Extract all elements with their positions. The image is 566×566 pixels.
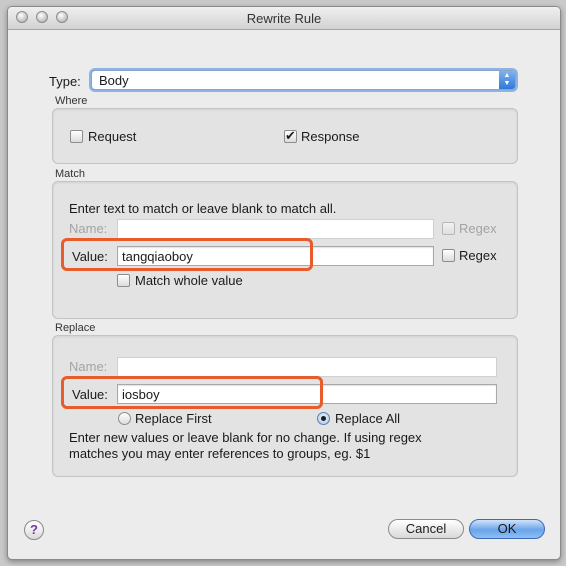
replace-help-line-2: matches you may enter references to grou… [69, 446, 371, 461]
request-checkbox[interactable] [70, 130, 83, 143]
match-whole-value-checkbox[interactable] [117, 274, 130, 287]
help-button[interactable]: ? [24, 520, 44, 540]
replace-first-radio[interactable] [118, 412, 131, 425]
match-instructions: Enter text to match or leave blank to ma… [69, 201, 337, 216]
window-title: Rewrite Rule [246, 11, 322, 26]
type-label: Type: [49, 74, 81, 89]
match-name-field[interactable] [117, 219, 434, 239]
where-heading: Where [55, 95, 88, 107]
rewrite-rule-window: Rewrite Rule Type: Body ▲ ▼ Where Request… [7, 6, 561, 560]
cancel-button[interactable]: Cancel [388, 519, 464, 539]
response-checkbox[interactable] [284, 128, 297, 144]
replace-name-field[interactable] [117, 357, 497, 377]
match-value-highlight [61, 238, 313, 271]
title-bar: Rewrite Rule [8, 7, 560, 30]
response-label: Response [301, 129, 360, 144]
match-name-regex-checkbox[interactable] [442, 222, 455, 235]
replace-value-highlight [61, 376, 323, 409]
replace-all-label: Replace All [335, 411, 401, 426]
match-heading: Match [55, 168, 85, 180]
type-popup[interactable]: Body ▲ ▼ [91, 70, 516, 90]
match-value-regex-checkbox[interactable] [442, 249, 455, 262]
replace-first-label: Replace First [135, 411, 212, 426]
match-whole-value-label: Match whole value [135, 273, 243, 288]
type-value: Body [99, 73, 129, 88]
request-label: Request [88, 129, 137, 144]
replace-all-radio[interactable] [317, 412, 330, 425]
replace-heading: Replace [55, 322, 96, 334]
ok-button[interactable]: OK [469, 519, 545, 539]
match-name-regex-label: Regex [459, 221, 497, 236]
match-value-regex-label: Regex [459, 248, 497, 263]
updown-arrows-icon: ▲ ▼ [499, 71, 515, 89]
replace-help-line-1: Enter new values or leave blank for no c… [69, 430, 422, 445]
match-name-label: Name: [69, 221, 108, 236]
replace-name-label: Name: [69, 359, 108, 374]
